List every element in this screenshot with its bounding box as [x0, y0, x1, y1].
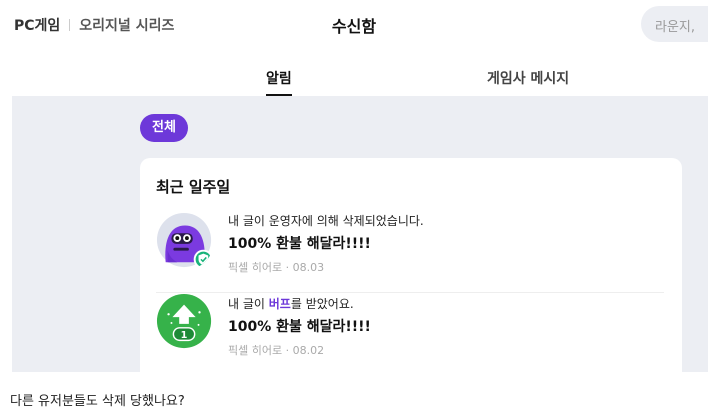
- nav-pc-games-link[interactable]: PC게임: [14, 15, 60, 35]
- buff-arrow-icon: 1: [156, 293, 212, 349]
- notification-item[interactable]: 1 내 글이 버프를 받았어요. 100% 환불 해달라!!!! 픽셀 히어로 …: [156, 292, 664, 372]
- notification-meta: 픽셀 히어로 · 08.02: [228, 344, 325, 357]
- search-input[interactable]: 라운지,: [641, 6, 708, 42]
- notification-post-title: 100% 환불 해달라!!!!: [228, 236, 371, 252]
- notification-post-title: 100% 환불 해달라!!!!: [228, 319, 371, 335]
- inbox-panel: 전체 최근 일주일 내 글이 운영자에 의해 삭제되었습니다. 100% 환불 …: [12, 96, 708, 388]
- tab-notifications[interactable]: 알림: [266, 68, 292, 96]
- search-input-text: 라운지,: [655, 20, 696, 35]
- tab-bar: 알림 게임사 메시지: [0, 50, 708, 96]
- notification-text: 내 글이 운영자에 의해 삭제되었습니다. 100% 환불 해달라!!!! 픽셀…: [228, 212, 424, 275]
- message-suffix: 를 받았어요.: [290, 297, 354, 311]
- buff-count-text: 1: [181, 330, 188, 341]
- notification-meta: 픽셀 히어로 · 08.03: [228, 261, 325, 274]
- filter-all-button[interactable]: 전체: [140, 114, 188, 142]
- notification-card: 최근 일주일 내 글이 운영자에 의해 삭제되었습니다. 100% 환불 해달라: [140, 158, 682, 388]
- nav-original-series-link[interactable]: 오리지널 시리즈: [79, 15, 174, 35]
- buff-highlight: 버프: [268, 297, 291, 311]
- post-body-text: 다른 유저분들도 삭제 당했나요?: [10, 394, 185, 409]
- notification-message: 내 글이 운영자에 의해 삭제되었습니다.: [228, 214, 424, 228]
- top-bar: PC게임 오리지널 시리즈 수신함 라운지,: [0, 0, 708, 50]
- purple-monster-icon: [156, 212, 214, 270]
- message-prefix: 내 글이: [228, 297, 269, 311]
- nav-divider: [69, 19, 71, 31]
- section-title: 최근 일주일: [156, 178, 231, 196]
- notification-text: 내 글이 버프를 받았어요. 100% 환불 해달라!!!! 픽셀 히어로 · …: [228, 295, 371, 358]
- tab-publisher-messages[interactable]: 게임사 메시지: [487, 68, 569, 88]
- notification-item[interactable]: 내 글이 운영자에 의해 삭제되었습니다. 100% 환불 해달라!!!! 픽셀…: [156, 206, 664, 286]
- notification-message: 내 글이 버프를 받았어요.: [228, 295, 371, 312]
- nav-left: PC게임 오리지널 시리즈: [14, 15, 174, 35]
